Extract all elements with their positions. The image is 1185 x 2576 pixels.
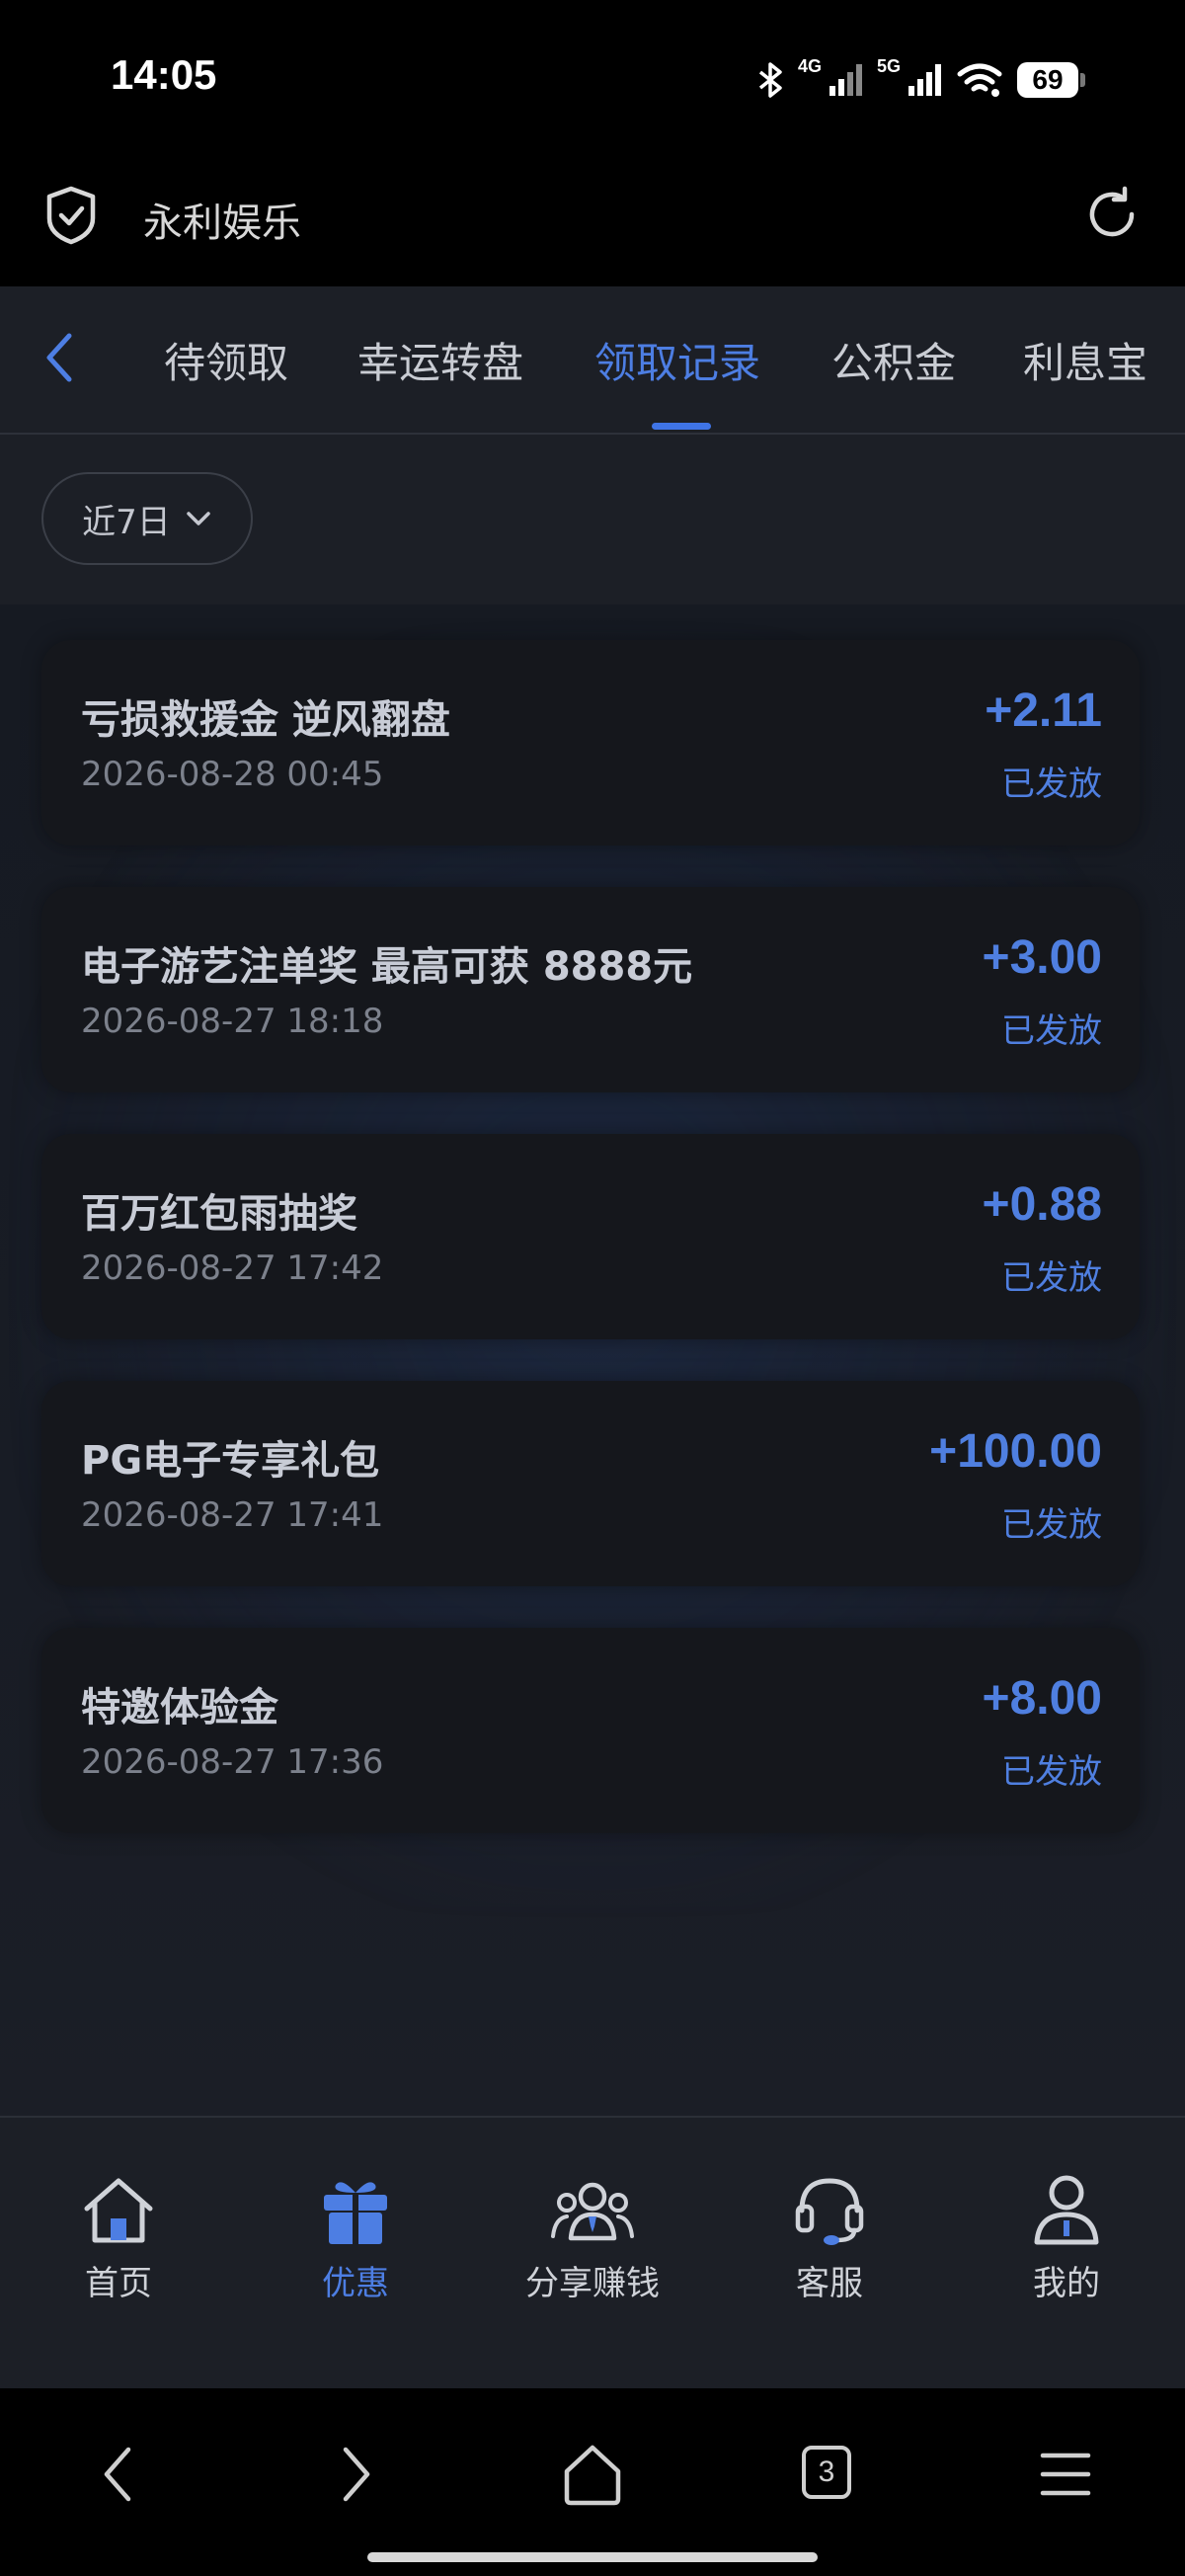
record-amount: +2.11 [985, 684, 1102, 737]
reload-icon[interactable] [1082, 185, 1142, 244]
date-range-label: 近7日 [82, 502, 171, 542]
record-amount: +100.00 [929, 1425, 1102, 1478]
record-card[interactable]: 特邀体验金 2026-08-27 17:36 +8.00 已发放 [41, 1628, 1140, 1833]
record-title: 特邀体验金 [81, 1685, 278, 1731]
tab-provident-fund[interactable]: 公积金 [831, 330, 956, 390]
record-status: 已发放 [1001, 1258, 1102, 1298]
bluetooth-icon [758, 62, 782, 98]
record-title: 百万红包雨抽奖 [81, 1191, 357, 1237]
filter-bar: 近7日 [0, 435, 1185, 604]
headset-icon [795, 2178, 864, 2245]
battery-indicator: 69 [1017, 62, 1085, 98]
system-nav-bar: 3 [0, 2388, 1185, 2576]
user-icon [1034, 2175, 1099, 2245]
tabs-count-button[interactable]: 3 [802, 2446, 851, 2499]
site-title: 永利娱乐 [143, 201, 301, 246]
record-card[interactable]: 亏损救援金 逆风翻盘 2026-08-28 00:45 +2.11 已发放 [41, 640, 1140, 845]
tab-bar: 待领取 幸运转盘 领取记录 公积金 利息宝 [0, 286, 1185, 435]
nav-home-label: 首页 [85, 2264, 152, 2303]
nav-promotions-label: 优惠 [322, 2264, 389, 2303]
record-title: PG电子专享礼包 [81, 1438, 380, 1484]
record-date: 2026-08-28 00:45 [81, 755, 384, 794]
tab-interest[interactable]: 利息宝 [1023, 330, 1147, 390]
nav-profile-label: 我的 [1033, 2264, 1100, 2303]
record-amount: +3.00 [982, 931, 1102, 984]
record-card[interactable]: 电子游艺注单奖 最高可获 8888元 2026-08-27 18:18 +3.0… [41, 887, 1140, 1092]
record-status: 已发放 [1001, 765, 1102, 804]
record-title: 亏损救援金 逆风翻盘 [81, 697, 450, 743]
signal-icon [829, 64, 862, 96]
status-icons: 4G 5G 69 [756, 55, 1085, 105]
home-icon [84, 2178, 153, 2243]
record-status: 已发放 [1001, 1011, 1102, 1051]
browser-home-icon[interactable] [561, 2442, 624, 2507]
record-card[interactable]: PG电子专享礼包 2026-08-27 17:41 +100.00 已发放 [41, 1381, 1140, 1586]
nav-profile[interactable]: 我的 [968, 2167, 1165, 2304]
tab-pending[interactable]: 待领取 [164, 330, 288, 390]
record-date: 2026-08-27 17:42 [81, 1248, 384, 1288]
shield-check-icon[interactable] [43, 185, 99, 246]
nav-home[interactable]: 首页 [20, 2167, 217, 2304]
date-range-dropdown[interactable]: 近7日 [41, 472, 253, 565]
records-list: 亏损救援金 逆风翻盘 2026-08-28 00:45 +2.11 已发放 电子… [0, 604, 1185, 2116]
record-date: 2026-08-27 17:41 [81, 1495, 384, 1535]
network-type-1: 4G [797, 55, 822, 76]
record-date: 2026-08-27 17:36 [81, 1742, 384, 1782]
nav-customer-service[interactable]: 客服 [731, 2167, 928, 2304]
record-amount: +0.88 [982, 1178, 1102, 1231]
gift-icon [324, 2182, 387, 2244]
status-bar: 14:05 4G 5G 69 [0, 0, 1185, 163]
active-tab-indicator [652, 423, 711, 430]
record-title: 电子游艺注单奖 最高可获 8888元 [81, 944, 693, 990]
browser-forward-icon[interactable] [332, 2440, 379, 2509]
home-indicator[interactable] [367, 2552, 818, 2562]
browser-bar: 永利娱乐 [0, 163, 1185, 286]
browser-back-icon[interactable] [95, 2440, 142, 2509]
record-date: 2026-08-27 18:18 [81, 1002, 384, 1041]
record-status: 已发放 [1001, 1505, 1102, 1545]
tab-lucky-wheel[interactable]: 幸运转盘 [357, 330, 523, 390]
back-chevron-icon[interactable] [40, 328, 79, 387]
wifi-icon [957, 63, 1002, 97]
bottom-nav: 首页 优惠 分享赚钱 客服 我的 [0, 2116, 1185, 2390]
nav-share-earn-label: 分享赚钱 [525, 2264, 660, 2303]
status-time: 14:05 [111, 51, 217, 98]
signal-icon [908, 64, 941, 96]
nav-promotions[interactable]: 优惠 [257, 2167, 454, 2304]
chevron-down-icon [187, 512, 210, 525]
network-type-2: 5G [876, 55, 901, 76]
nav-customer-service-label: 客服 [796, 2264, 863, 2303]
record-status: 已发放 [1001, 1752, 1102, 1792]
nav-share-earn[interactable]: 分享赚钱 [494, 2167, 691, 2304]
share-people-icon [551, 2182, 634, 2241]
record-card[interactable]: 百万红包雨抽奖 2026-08-27 17:42 +0.88 已发放 [41, 1134, 1140, 1339]
menu-icon[interactable] [1039, 2450, 1092, 2499]
record-amount: +8.00 [982, 1672, 1102, 1725]
tab-claim-records[interactable]: 领取记录 [594, 330, 760, 390]
